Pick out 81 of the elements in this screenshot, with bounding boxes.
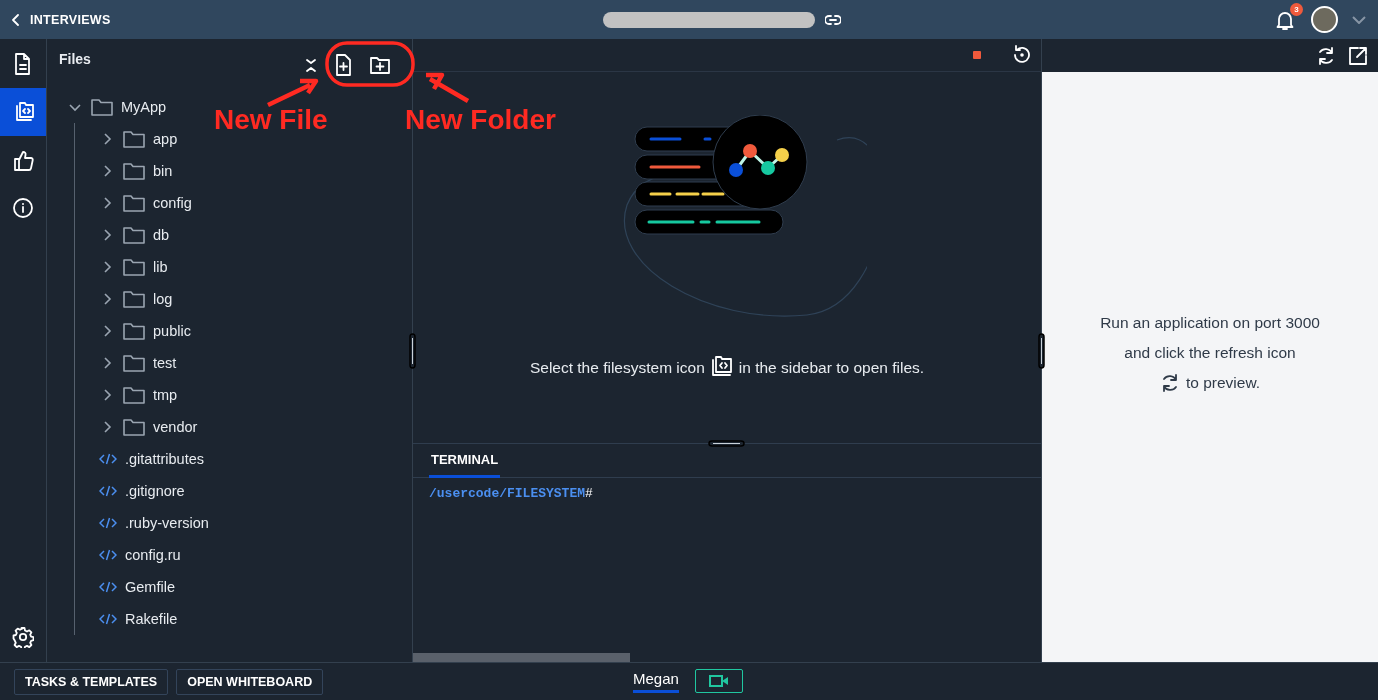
resize-handle[interactable] [1038, 333, 1045, 369]
notification-badge: 3 [1290, 2, 1303, 16]
chevron-down-icon[interactable] [1352, 15, 1366, 24]
file-name[interactable]: Rakefile [125, 611, 178, 627]
settings-icon [12, 626, 34, 648]
file-name[interactable]: .gitattributes [125, 451, 204, 467]
sidebar-tab[interactable] [0, 88, 46, 136]
folder-name[interactable]: config [153, 195, 192, 211]
chevron-right-icon[interactable] [101, 261, 113, 273]
resize-handle[interactable] [409, 333, 416, 369]
new-file-icon[interactable] [334, 54, 353, 76]
prompt-path: /usercode/FILESYSTEM [429, 486, 586, 501]
folder-icon [123, 226, 145, 244]
chevron-right-icon[interactable] [101, 325, 113, 337]
toolbar-button[interactable]: OPEN WHITEBOARD [176, 668, 324, 695]
code-file-icon [99, 581, 117, 593]
folder-name[interactable]: log [153, 291, 173, 307]
toolbar-button[interactable]: TASKS & TEMPLATES [14, 668, 169, 695]
scrollbar-thumb[interactable] [413, 653, 630, 662]
chevron-right-icon[interactable] [101, 197, 113, 209]
folder-name[interactable]: db [153, 227, 170, 243]
code-file-icon [99, 453, 117, 465]
chevron-right-icon[interactable] [101, 133, 113, 145]
chevron-right-icon[interactable] [101, 165, 113, 177]
refresh-icon[interactable] [1316, 45, 1336, 66]
chevron-right-icon[interactable] [101, 229, 113, 241]
restore-icon[interactable] [1011, 45, 1031, 65]
info-icon [12, 197, 34, 219]
folder-name[interactable]: app [153, 131, 178, 147]
stop-indicator [973, 51, 981, 59]
code-file-icon [99, 549, 117, 561]
folder-name[interactable]: test [153, 355, 177, 371]
folder-icon [91, 98, 113, 116]
folder-name[interactable]: lib [153, 259, 168, 275]
folder-icon [123, 386, 145, 404]
folder-name[interactable]: vendor [153, 419, 198, 435]
folder-name[interactable]: MyApp [121, 99, 167, 115]
resize-handle[interactable] [708, 440, 745, 447]
avatar[interactable] [1311, 6, 1338, 33]
code-file-icon [99, 613, 117, 625]
chevron-down-icon[interactable] [69, 101, 81, 113]
terminal-tab[interactable]: TERMINAL [429, 444, 501, 478]
file-name[interactable]: .ruby-version [125, 515, 209, 531]
folder-icon [123, 290, 145, 308]
folder-icon [123, 418, 145, 436]
chevron-right-icon[interactable] [101, 357, 113, 369]
chevron-right-icon[interactable] [101, 389, 113, 401]
participant-tab[interactable]: Megan [633, 669, 679, 693]
panel-title: Files [59, 51, 92, 67]
chevron-right-icon[interactable] [101, 421, 113, 433]
annotation-label: New Folder [405, 104, 556, 136]
file-name[interactable]: config.ru [125, 547, 181, 563]
video-button[interactable] [694, 669, 743, 693]
chevron-left-icon [12, 13, 20, 26]
empty-state-text: in the sidebar to open files. [738, 359, 925, 377]
folder-icon [123, 162, 145, 180]
folder-name[interactable]: tmp [153, 387, 178, 403]
preview-hint-text: to preview. [1185, 373, 1261, 393]
folder-name[interactable]: public [153, 323, 191, 339]
code-file-icon [99, 485, 117, 497]
filesystem-icon [709, 355, 734, 377]
file-name[interactable]: .gitignore [125, 483, 185, 499]
back-link[interactable]: INTERVIEWS [12, 12, 111, 27]
prompt-symbol: # [585, 486, 593, 501]
thumbs-up-icon [12, 149, 34, 171]
chevron-right-icon[interactable] [101, 293, 113, 305]
folder-icon [123, 322, 145, 340]
annotation-label: New File [214, 104, 328, 136]
folder-name[interactable]: bin [153, 163, 173, 179]
file-name[interactable]: Gemfile [125, 579, 175, 595]
external-link-icon[interactable] [1348, 45, 1368, 66]
empty-state-text: Select the filesystem icon [529, 359, 705, 377]
folder-icon [123, 258, 145, 276]
new-folder-icon[interactable] [370, 56, 390, 74]
video-camera-icon [708, 674, 729, 688]
folder-icon [123, 194, 145, 212]
folder-icon [123, 130, 145, 148]
folder-icon [123, 354, 145, 372]
code-file-icon [99, 517, 117, 529]
link-icon[interactable] [824, 14, 841, 25]
collapse-expand-icon[interactable] [305, 57, 317, 73]
